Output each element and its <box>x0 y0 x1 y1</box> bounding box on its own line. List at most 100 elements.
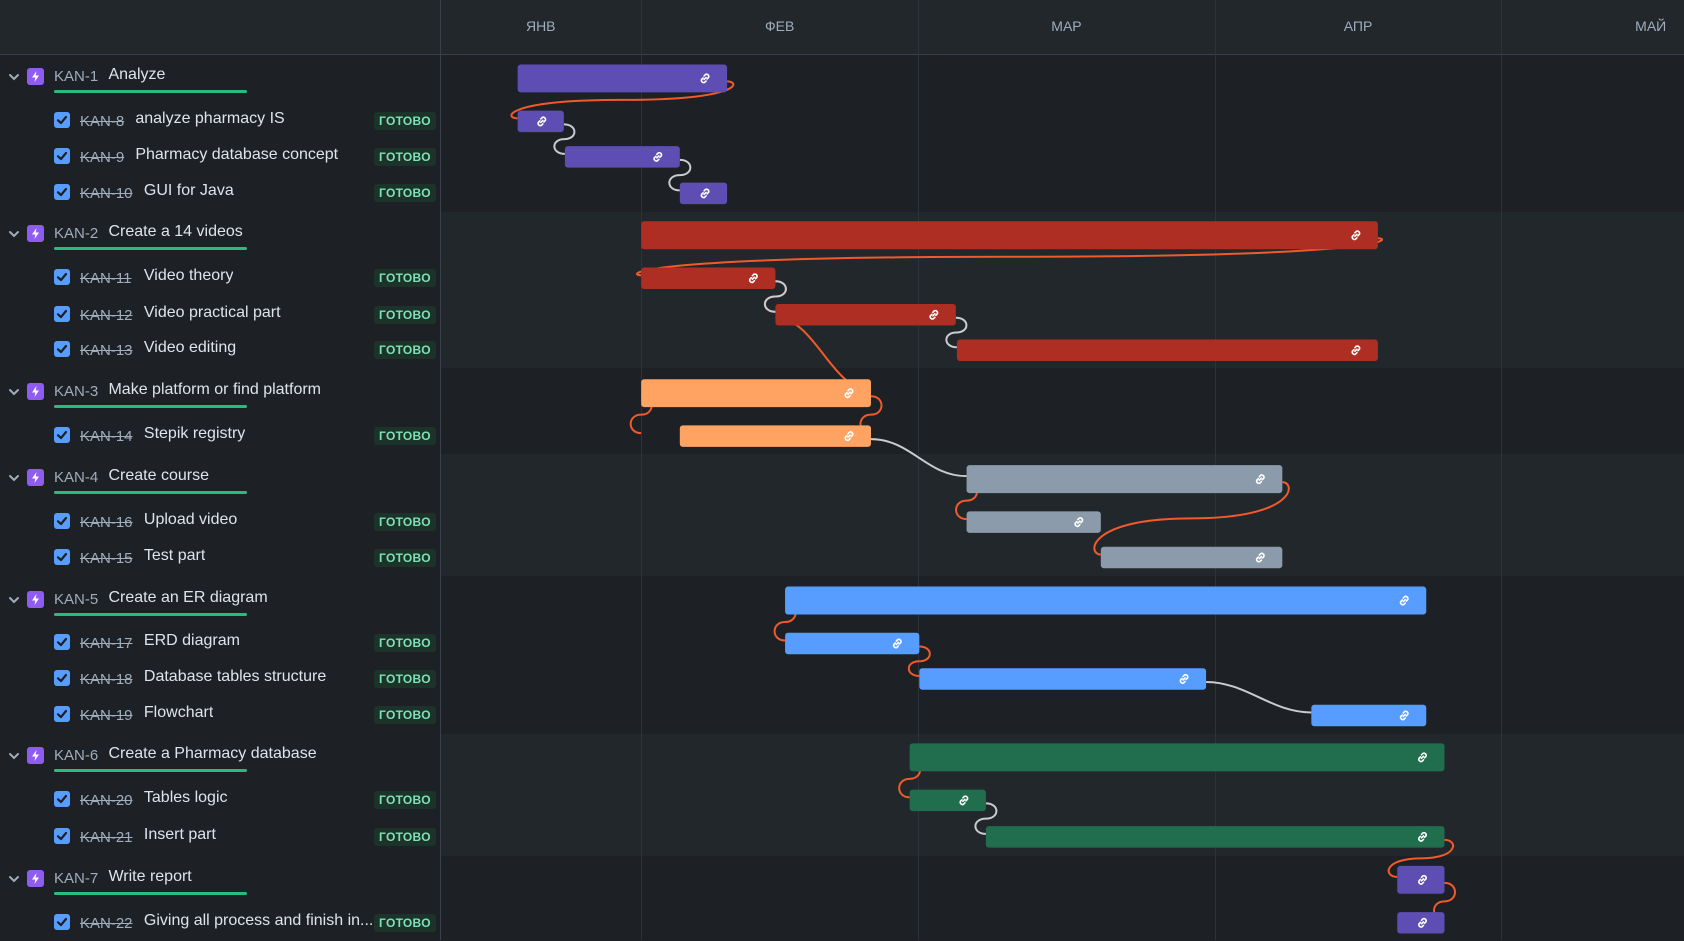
done-checkbox-icon[interactable] <box>54 548 70 565</box>
task-title[interactable]: Pharmacy database concept <box>135 146 338 164</box>
task-row[interactable]: KAN-18 Database tables structure ГОТОВО <box>0 661 440 697</box>
epic-title[interactable]: Write report <box>108 868 191 886</box>
done-checkbox-icon[interactable] <box>54 827 70 844</box>
done-checkbox-icon[interactable] <box>54 634 70 651</box>
task-key[interactable]: KAN-22 <box>80 915 133 932</box>
task-key[interactable]: KAN-17 <box>80 635 133 652</box>
done-checkbox-icon[interactable] <box>54 184 70 201</box>
task-row[interactable]: KAN-22 Giving all process and finish in..… <box>0 905 440 941</box>
task-title[interactable]: Video theory <box>144 267 234 285</box>
task-key[interactable]: KAN-21 <box>80 829 133 846</box>
task-bar[interactable] <box>1311 704 1427 727</box>
done-checkbox-icon[interactable] <box>54 305 70 322</box>
chevron-down-icon[interactable] <box>7 872 21 886</box>
epic-bar[interactable] <box>909 743 1445 772</box>
epic-title[interactable]: Create a Pharmacy database <box>108 745 316 763</box>
task-title[interactable]: Tables logic <box>144 789 228 807</box>
task-bar[interactable] <box>909 789 986 812</box>
done-checkbox-icon[interactable] <box>54 427 70 444</box>
task-row[interactable]: KAN-12 Video practical part ГОТОВО <box>0 297 440 333</box>
done-checkbox-icon[interactable] <box>54 269 70 286</box>
task-key[interactable]: KAN-11 <box>80 270 131 287</box>
epic-bar[interactable] <box>517 64 728 93</box>
task-title[interactable]: Video editing <box>144 339 236 357</box>
task-row[interactable]: KAN-9 Pharmacy database concept ГОТОВО <box>0 139 440 175</box>
task-row[interactable]: KAN-13 Video editing ГОТОВО <box>0 332 440 368</box>
chevron-down-icon[interactable] <box>7 70 21 84</box>
task-key[interactable]: KAN-14 <box>80 428 133 445</box>
epic-title[interactable]: Create an ER diagram <box>108 589 267 607</box>
epic-row[interactable]: KAN-2 Create a 14 videos <box>0 217 440 253</box>
task-key[interactable]: KAN-18 <box>80 671 133 688</box>
done-checkbox-icon[interactable] <box>54 112 70 129</box>
task-bar[interactable] <box>679 425 871 447</box>
task-key[interactable]: KAN-16 <box>80 514 133 531</box>
dependency-link[interactable] <box>870 438 967 478</box>
epic-bar[interactable] <box>641 221 1378 250</box>
task-title[interactable]: Database tables structure <box>144 668 326 686</box>
epic-row[interactable]: KAN-4 Create course <box>0 461 440 497</box>
chevron-down-icon[interactable] <box>7 471 21 485</box>
epic-key[interactable]: KAN-6 <box>54 747 98 764</box>
task-key[interactable]: KAN-15 <box>80 550 133 567</box>
epic-row[interactable]: KAN-3 Make platform or find platform <box>0 375 440 411</box>
task-bar[interactable] <box>564 146 680 168</box>
done-checkbox-icon[interactable] <box>54 791 70 808</box>
task-row[interactable]: KAN-15 Test part ГОТОВО <box>0 540 440 576</box>
task-title[interactable]: Video practical part <box>144 304 281 322</box>
chevron-down-icon[interactable] <box>7 749 21 763</box>
epic-bar[interactable] <box>785 586 1427 615</box>
task-row[interactable]: KAN-11 Video theory ГОТОВО <box>0 260 440 296</box>
epic-bar[interactable] <box>966 465 1283 494</box>
task-key[interactable]: KAN-12 <box>80 307 133 324</box>
task-title[interactable]: Upload video <box>144 511 237 529</box>
task-title[interactable]: Insert part <box>144 826 216 844</box>
epic-title[interactable]: Make platform or find platform <box>108 381 321 399</box>
done-checkbox-icon[interactable] <box>54 669 70 686</box>
chevron-down-icon[interactable] <box>7 593 21 607</box>
task-title[interactable]: Flowchart <box>144 704 213 722</box>
chevron-down-icon[interactable] <box>7 385 21 399</box>
task-row[interactable]: KAN-10 GUI for Java ГОТОВО <box>0 175 440 211</box>
task-title[interactable]: Stepik registry <box>144 425 245 443</box>
task-row[interactable]: KAN-14 Stepik registry ГОТОВО <box>0 418 440 454</box>
done-checkbox-icon[interactable] <box>54 341 70 358</box>
epic-row[interactable]: KAN-6 Create a Pharmacy database <box>0 739 440 775</box>
task-key[interactable]: KAN-10 <box>80 185 133 202</box>
task-row[interactable]: KAN-8 analyze pharmacy IS ГОТОВО <box>0 103 440 139</box>
done-checkbox-icon[interactable] <box>54 513 70 530</box>
done-checkbox-icon[interactable] <box>54 706 70 723</box>
task-bar[interactable] <box>1100 546 1283 569</box>
task-bar[interactable] <box>956 339 1378 361</box>
task-key[interactable]: KAN-8 <box>80 113 124 130</box>
task-title[interactable]: ERD diagram <box>144 632 240 650</box>
epic-key[interactable]: KAN-5 <box>54 591 98 608</box>
task-title[interactable]: analyze pharmacy IS <box>135 110 284 128</box>
task-row[interactable]: KAN-20 Tables logic ГОТОВО <box>0 782 440 818</box>
epic-key[interactable]: KAN-4 <box>54 469 98 486</box>
epic-key[interactable]: KAN-2 <box>54 225 98 242</box>
task-title[interactable]: Test part <box>144 547 205 565</box>
task-row[interactable]: KAN-19 Flowchart ГОТОВО <box>0 697 440 733</box>
epic-row[interactable]: KAN-7 Write report <box>0 862 440 898</box>
epic-title[interactable]: Create a 14 videos <box>108 223 242 241</box>
epic-key[interactable]: KAN-1 <box>54 68 98 85</box>
task-row[interactable]: KAN-21 Insert part ГОТОВО <box>0 819 440 855</box>
task-key[interactable]: KAN-19 <box>80 707 133 724</box>
done-checkbox-icon[interactable] <box>54 147 70 164</box>
task-bar[interactable] <box>919 668 1207 690</box>
epic-bar[interactable] <box>641 379 871 408</box>
task-title[interactable]: Giving all process and finish in... <box>144 912 373 930</box>
dependency-link[interactable] <box>1206 680 1312 714</box>
epic-title[interactable]: Analyze <box>108 66 165 84</box>
epic-title[interactable]: Create course <box>108 467 209 485</box>
epic-key[interactable]: KAN-7 <box>54 870 98 887</box>
chevron-down-icon[interactable] <box>7 227 21 241</box>
task-key[interactable]: KAN-9 <box>80 149 124 166</box>
task-row[interactable]: KAN-16 Upload video ГОТОВО <box>0 504 440 540</box>
task-title[interactable]: GUI for Java <box>144 182 234 200</box>
task-key[interactable]: KAN-13 <box>80 342 133 359</box>
task-row[interactable]: KAN-17 ERD diagram ГОТОВО <box>0 625 440 661</box>
task-bar[interactable] <box>985 826 1445 848</box>
task-bar[interactable] <box>775 304 956 326</box>
